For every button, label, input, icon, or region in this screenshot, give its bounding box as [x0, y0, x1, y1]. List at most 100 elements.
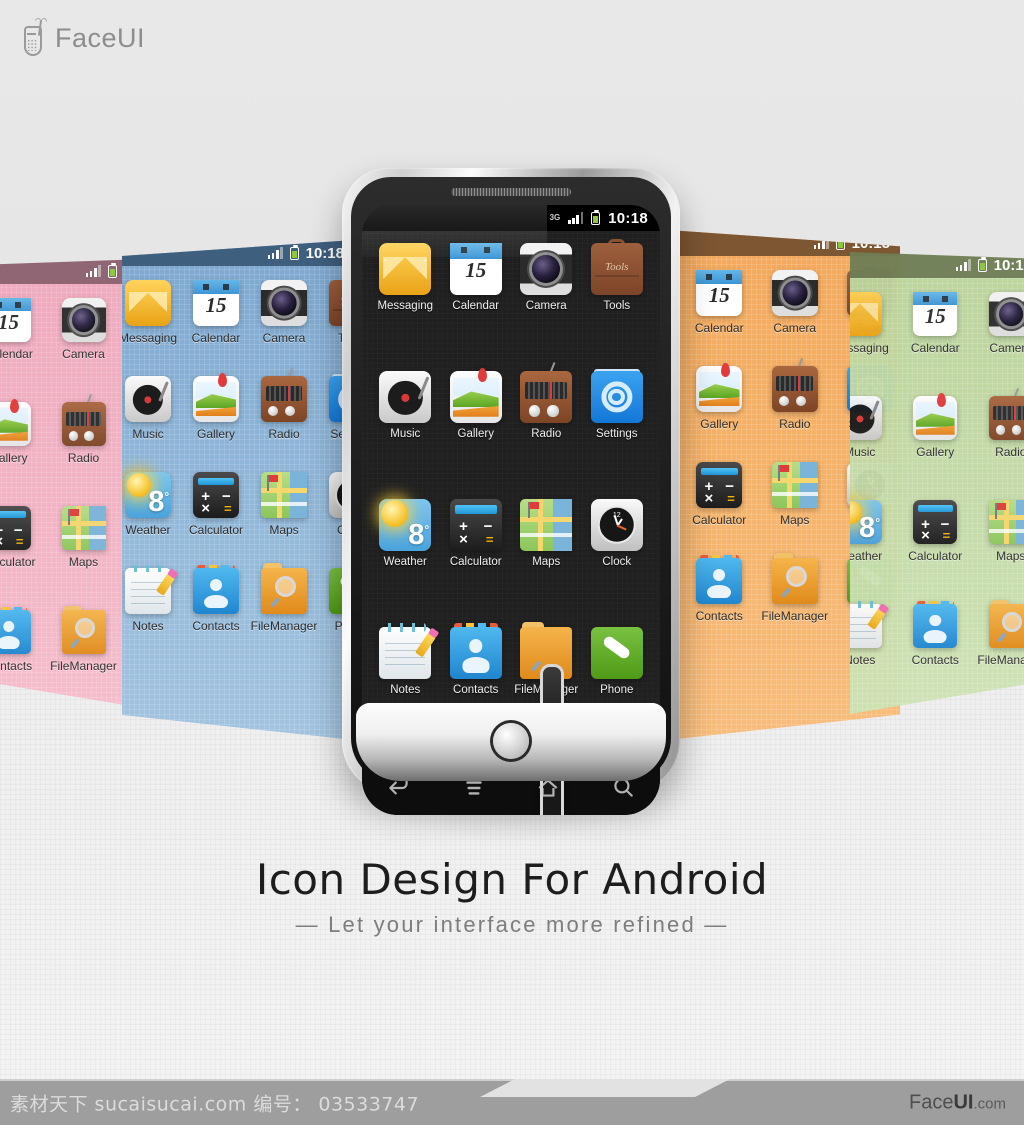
app-icon-gallery[interactable]: Gallery	[898, 393, 974, 500]
app-icon-radio[interactable]: Radio	[973, 388, 1024, 500]
fan-panel-green[interactable]: 10:18 Messaging15CalendarCameraToolsTool…	[850, 252, 1024, 714]
app-icon-music[interactable]: Music	[122, 376, 182, 472]
app-icon-radio[interactable]: Radio	[46, 394, 121, 506]
phone-icon	[590, 627, 643, 679]
app-icon-calculator[interactable]: +−×= Calculator	[682, 462, 758, 558]
network-3g-icon: 3G	[549, 213, 561, 222]
app-icon-calendar[interactable]: 15 Calendar	[441, 243, 512, 371]
app-icon-camera[interactable]: Camera	[511, 243, 582, 371]
app-label: Clock	[602, 556, 632, 568]
app-icon-messaging[interactable]: Messaging	[122, 280, 182, 376]
app-label: Gallery	[196, 427, 235, 441]
app-icon-contacts[interactable]: Contacts	[682, 554, 758, 654]
app-label: Messaging	[850, 341, 889, 355]
app-icon-notes[interactable]: Notes	[850, 600, 898, 708]
app-icon-contacts[interactable]: Contacts	[898, 600, 974, 708]
app-label: Calculator	[692, 513, 747, 527]
app-icon-filemanager[interactable]: FileManager	[757, 553, 833, 654]
app-icon-radio[interactable]: Radio	[757, 357, 833, 462]
app-icon-calendar[interactable]: 15 Calendar	[682, 270, 758, 366]
weather-icon: 8°	[850, 500, 882, 544]
app-icon-radio[interactable]: Radio	[250, 367, 318, 472]
app-icon-camera[interactable]: Camera	[973, 292, 1024, 396]
app-label: Maps	[532, 556, 561, 568]
app-label: Radio	[268, 427, 300, 441]
trackball-button[interactable]	[493, 723, 529, 759]
app-icon-calendar[interactable]: 15 Calendar	[898, 292, 974, 396]
app-icon-calendar[interactable]: 15 Calendar	[0, 298, 46, 402]
signal-bars-icon	[568, 212, 584, 224]
app-label: Calculator	[0, 555, 36, 569]
app-icon-maps[interactable]: Maps	[757, 462, 833, 558]
app-icon-filemanager[interactable]: FileManager	[250, 563, 318, 664]
app-icon-maps[interactable]: Maps	[46, 506, 121, 610]
camera-icon	[520, 243, 573, 295]
app-label: Gallery	[916, 445, 955, 459]
fan-panel-blue[interactable]: 10:18 Messaging15CalendarCameraToolsTool…	[122, 240, 354, 740]
panel-app-grid: Messaging15CalendarCameraToolsToolsMusic…	[850, 278, 1024, 714]
app-icon-notes[interactable]: Notes	[122, 564, 182, 664]
radio-icon	[520, 361, 573, 423]
app-icon-calendar[interactable]: 15 Calendar	[182, 280, 250, 376]
app-label: Notes	[390, 684, 421, 696]
app-label: Notes	[850, 653, 876, 667]
app-icon-tools[interactable]: Tools Tools	[582, 239, 653, 371]
filemanager-icon	[520, 621, 573, 815]
app-icon-music[interactable]: Music	[370, 371, 441, 499]
app-label: Phone	[600, 684, 634, 696]
app-icon-weather[interactable]: 8° Weather	[122, 472, 182, 568]
app-icon-gallery[interactable]: Gallery	[682, 363, 758, 462]
app-icon-music[interactable]: Music	[850, 396, 898, 500]
app-icon-camera[interactable]: Camera	[250, 280, 318, 376]
radio-icon	[61, 394, 106, 446]
app-icon-contacts[interactable]: Contacts	[0, 606, 46, 713]
contacts-icon	[449, 623, 502, 679]
app-icon-calculator[interactable]: +−×= Calculator	[0, 506, 46, 610]
app-label: Gallery	[0, 451, 28, 465]
app-label: Messaging	[122, 331, 178, 345]
app-label: Camera	[262, 331, 306, 345]
gallery-icon	[913, 393, 958, 440]
calendar-icon: 15	[449, 243, 502, 295]
gallery-icon	[696, 363, 743, 412]
app-label: Camera	[989, 341, 1024, 355]
footer-site-text[interactable]: FaceUI.com	[909, 1092, 1006, 1115]
app-label: Calculator	[908, 549, 963, 563]
app-icon-contacts[interactable]: Contacts	[182, 564, 250, 664]
app-icon-gallery[interactable]: Gallery	[182, 373, 250, 472]
app-icon-calculator[interactable]: +−×= Calculator	[441, 499, 512, 627]
app-icon-messaging[interactable]: Messaging	[850, 292, 898, 396]
app-icon-maps[interactable]: Maps	[511, 499, 582, 627]
app-icon-weather[interactable]: 8° Weather	[370, 499, 441, 627]
calculator-icon: +−×=	[193, 472, 239, 518]
calculator-icon: +−×=	[913, 500, 958, 544]
camera-icon	[261, 280, 307, 326]
app-icon-maps[interactable]: Maps	[973, 500, 1024, 604]
app-icon-gallery[interactable]: Gallery	[441, 367, 512, 499]
gallery-icon	[0, 399, 31, 446]
notes-icon	[850, 600, 886, 648]
app-icon-radio[interactable]: Radio	[511, 361, 582, 499]
app-label: Calendar	[0, 347, 33, 361]
calculator-icon: +−×=	[0, 506, 31, 550]
signal-bars-icon	[267, 247, 283, 259]
app-icon-settings[interactable]: Settings	[582, 368, 653, 499]
app-icon-clock[interactable]: 12 Clock	[582, 499, 653, 627]
app-icon-weather[interactable]: 8° Weather	[850, 500, 898, 604]
app-icon-camera[interactable]: Camera	[46, 298, 121, 402]
app-icon-messaging[interactable]: Messaging	[370, 243, 441, 371]
maps-icon	[61, 506, 106, 550]
app-icon-filemanager[interactable]: FileManager	[46, 605, 121, 713]
app-icon-maps[interactable]: Maps	[250, 472, 318, 568]
settings-icon	[590, 368, 643, 423]
app-icon-filemanager[interactable]: FileManager	[973, 599, 1024, 708]
radio-icon	[261, 367, 307, 422]
app-icon-calculator[interactable]: +−×= Calculator	[182, 472, 250, 568]
app-icon-calculator[interactable]: +−×= Calculator	[898, 500, 974, 604]
gallery-icon	[193, 373, 239, 422]
notes-icon	[379, 623, 437, 679]
app-icon-gallery[interactable]: Gallery	[0, 399, 46, 506]
app-grid: Messaging 15 Calendar Camera Tools Tools Music…	[362, 231, 660, 815]
filemanager-icon	[61, 605, 106, 654]
app-icon-camera[interactable]: Camera	[757, 270, 833, 366]
